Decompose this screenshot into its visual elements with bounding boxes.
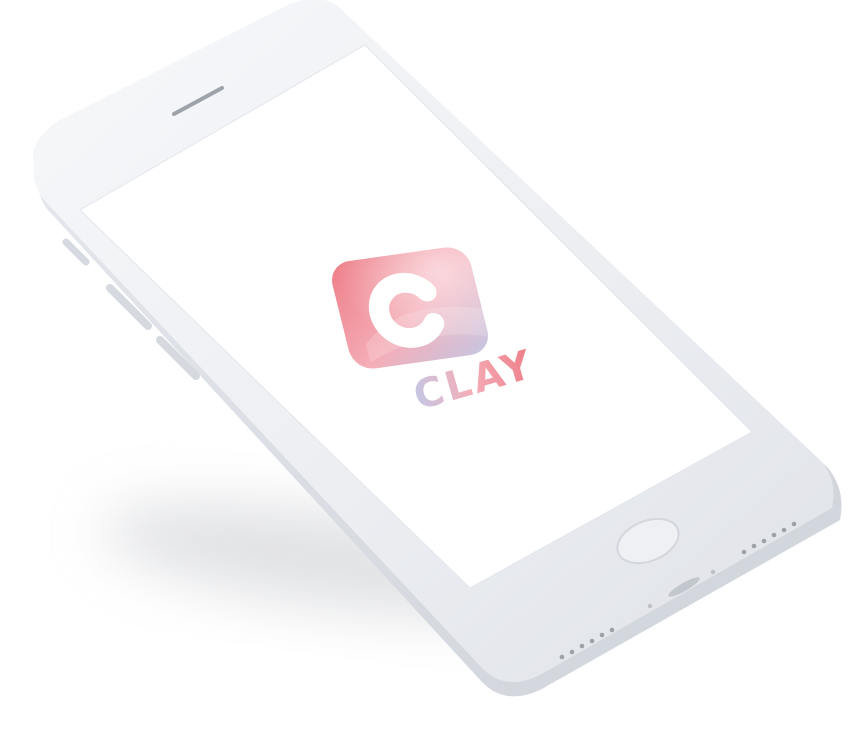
bottom-screw-left [647,603,653,609]
bottom-screw-right [710,569,716,575]
clay-logo-icon [332,247,490,369]
phone-mockup-illustration: CLAY [33,0,842,697]
phone-mockup-scene: CLAY [0,0,850,756]
